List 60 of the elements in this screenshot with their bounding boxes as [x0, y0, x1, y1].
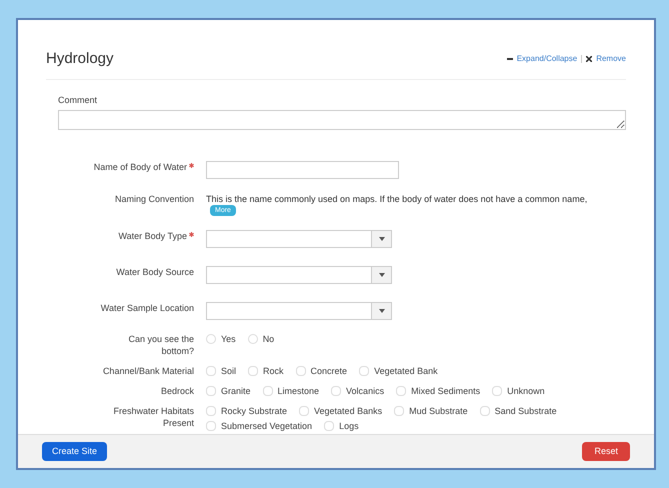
option-label: Yes — [221, 333, 236, 345]
option-label: Granite — [221, 385, 251, 397]
checkbox[interactable] — [299, 406, 310, 416]
field-label: Name of Body of Water — [94, 161, 187, 173]
close-icon — [586, 56, 592, 62]
option-label: Vegetated Bank — [374, 365, 438, 377]
field-label: Water Body Type — [118, 230, 187, 242]
option-label: Limestone — [278, 385, 320, 397]
field-label: Channel/Bank Material — [102, 365, 194, 377]
option-label: No — [262, 333, 274, 345]
checkbox[interactable] — [394, 406, 404, 416]
field-label: Water Body Source — [116, 266, 194, 278]
reset-button[interactable]: Reset — [582, 442, 630, 461]
field-label: Water Sample Location — [100, 302, 194, 314]
comment-field[interactable] — [58, 110, 626, 130]
option-label: Mud Substrate — [409, 405, 468, 417]
comment-label: Comment — [58, 94, 98, 106]
option-label: Rock — [263, 365, 284, 377]
checkbox[interactable] — [206, 366, 216, 376]
select-field[interactable] — [206, 230, 392, 248]
checkbox[interactable] — [248, 366, 258, 376]
option-label: Mixed Sediments — [411, 385, 480, 397]
option-label: Sand Substrate — [494, 405, 557, 417]
checkbox[interactable] — [331, 386, 342, 396]
minus-icon — [506, 58, 513, 60]
checkbox[interactable] — [262, 386, 273, 396]
field-label: Freshwater Habitats Present — [112, 405, 194, 429]
help-text: This is the name commonly used on maps. If the body of water does not have a common name, — [206, 193, 588, 205]
caret-icon — [378, 237, 384, 241]
field-label: Can you see the bottom? — [127, 333, 194, 357]
checkbox[interactable] — [296, 366, 306, 376]
select-field[interactable] — [206, 266, 392, 284]
checkbox[interactable] — [480, 406, 490, 416]
checkbox[interactable] — [206, 406, 216, 416]
option-label: Concrete — [310, 365, 348, 377]
option-label: Submersed Vegetation — [221, 420, 312, 432]
radio-button[interactable] — [206, 334, 216, 344]
caret-icon — [378, 273, 384, 277]
text-field[interactable] — [206, 161, 399, 179]
option-label: Soil — [221, 365, 236, 377]
option-label: Vegetated Banks — [314, 405, 382, 417]
panel-title: Hydrology — [46, 49, 114, 69]
radio-button[interactable] — [248, 334, 258, 344]
field-label: Bedrock — [160, 385, 194, 397]
panel-action-link[interactable]: Expand/Collapse — [516, 53, 578, 66]
option-label: Unknown — [507, 385, 545, 397]
field-label: Naming Convention — [114, 193, 194, 205]
caret-icon — [378, 309, 384, 313]
select-field[interactable] — [206, 302, 392, 320]
checkbox[interactable] — [206, 421, 216, 431]
checkbox[interactable] — [396, 386, 406, 396]
option-label: Volcanics — [346, 385, 384, 397]
panel-action-link[interactable]: Remove — [596, 53, 626, 66]
checkbox[interactable] — [324, 421, 334, 431]
checkbox[interactable] — [206, 386, 216, 396]
checkbox[interactable] — [492, 386, 502, 396]
checkbox[interactable] — [359, 366, 370, 376]
option-label: Logs — [339, 420, 359, 432]
option-label: Rocky Substrate — [221, 405, 288, 417]
create-site-button[interactable]: Create Site — [42, 442, 108, 461]
